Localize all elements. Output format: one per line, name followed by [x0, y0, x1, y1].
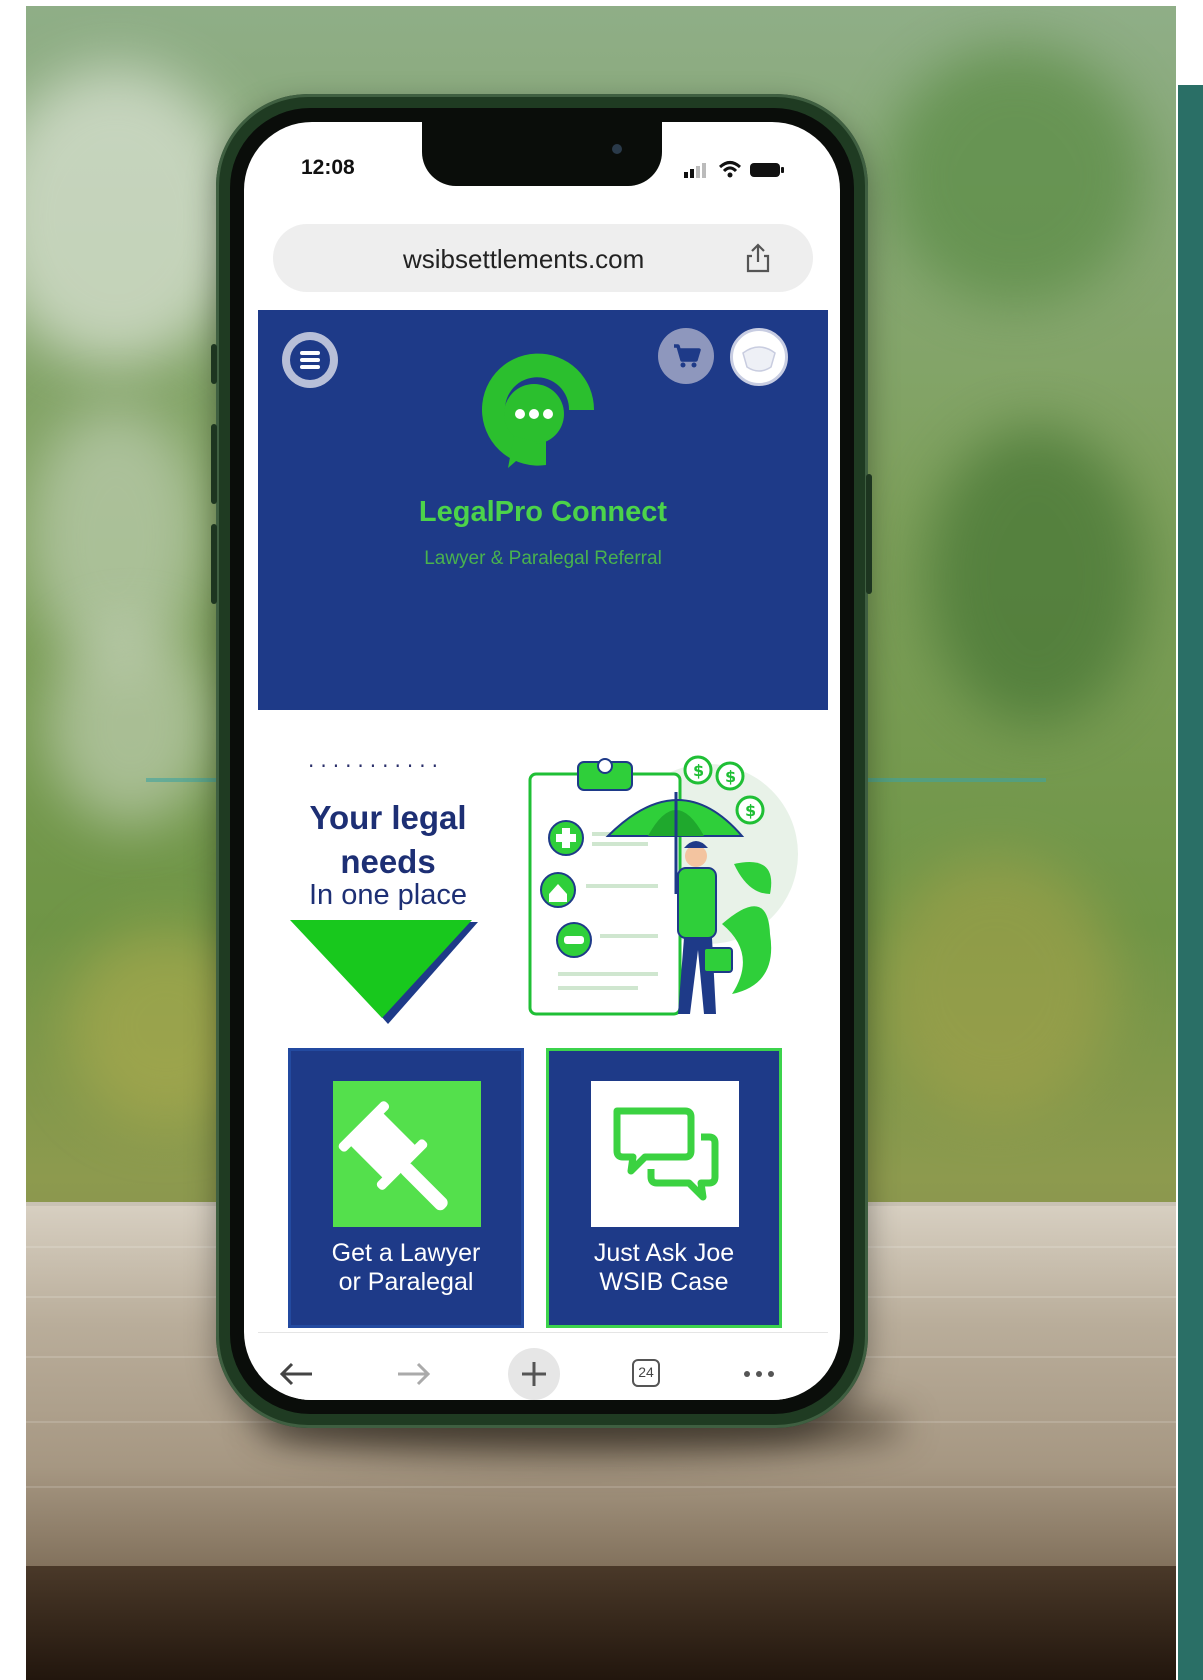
site-header: LegalPro Connect Lawyer & Paralegal Refe… — [258, 310, 828, 710]
forward-arrow-icon[interactable] — [390, 1351, 436, 1397]
brand-name: LegalPro Connect — [418, 496, 668, 528]
svg-text:$: $ — [693, 761, 704, 780]
brand-tagline: Lawyer & Paralegal Referral — [424, 548, 662, 569]
svg-text:$: $ — [745, 801, 756, 820]
more-options-icon[interactable] — [736, 1351, 782, 1397]
hero-section: ··········· Your legal needs In one plac… — [258, 724, 828, 1328]
card-label: Just Ask Joe WSIB Case — [593, 1239, 735, 1296]
gavel-icon — [333, 1081, 481, 1227]
notch — [422, 122, 662, 186]
cart-icon — [674, 344, 701, 368]
back-arrow-icon[interactable] — [274, 1351, 320, 1397]
get-lawyer-card[interactable]: Get a Lawyer or Paralegal — [288, 1048, 524, 1328]
address-bar[interactable]: wsibsettlements.com — [273, 224, 813, 292]
plus-icon — [522, 1362, 546, 1386]
tabs-button[interactable]: 24 — [624, 1351, 670, 1397]
avatar[interactable] — [730, 328, 788, 386]
decorative-dots: ··········· — [308, 754, 444, 778]
browser-viewport: 12:08 wsibsettlements.com LegalPro Conne… — [244, 122, 840, 1400]
share-icon[interactable] — [743, 242, 773, 274]
chat-bubbles-icon — [591, 1081, 739, 1227]
down-arrow-icon — [290, 920, 478, 1024]
card-label: Get a Lawyer or Paralegal — [331, 1239, 481, 1296]
user-avatar-icon — [742, 346, 776, 372]
accent-panel — [1178, 85, 1203, 1680]
hamburger-icon — [290, 340, 330, 380]
browser-toolbar: 24 — [258, 1332, 828, 1400]
status-icons — [684, 161, 784, 178]
hero-subtitle: In one place — [308, 879, 467, 911]
cart-button[interactable] — [658, 328, 714, 384]
insurance-illustration: $ $ $ — [528, 755, 798, 1016]
menu-button[interactable] — [282, 332, 338, 388]
status-time: 12:08 — [301, 156, 355, 179]
phone-device: 12:08 wsibsettlements.com LegalPro Conne… — [211, 94, 872, 1428]
url-text: wsibsettlements.com — [403, 244, 645, 274]
phone-screen: 12:08 wsibsettlements.com LegalPro Conne… — [230, 108, 854, 1414]
hero-title: Your legal needs — [309, 799, 467, 880]
svg-text:$: $ — [725, 767, 736, 786]
new-tab-button[interactable] — [508, 1348, 560, 1400]
legalpro-logo-icon — [482, 353, 595, 468]
tabs-count: 24 — [632, 1359, 660, 1387]
ask-joe-card[interactable]: Just Ask Joe WSIB Case — [546, 1048, 782, 1328]
